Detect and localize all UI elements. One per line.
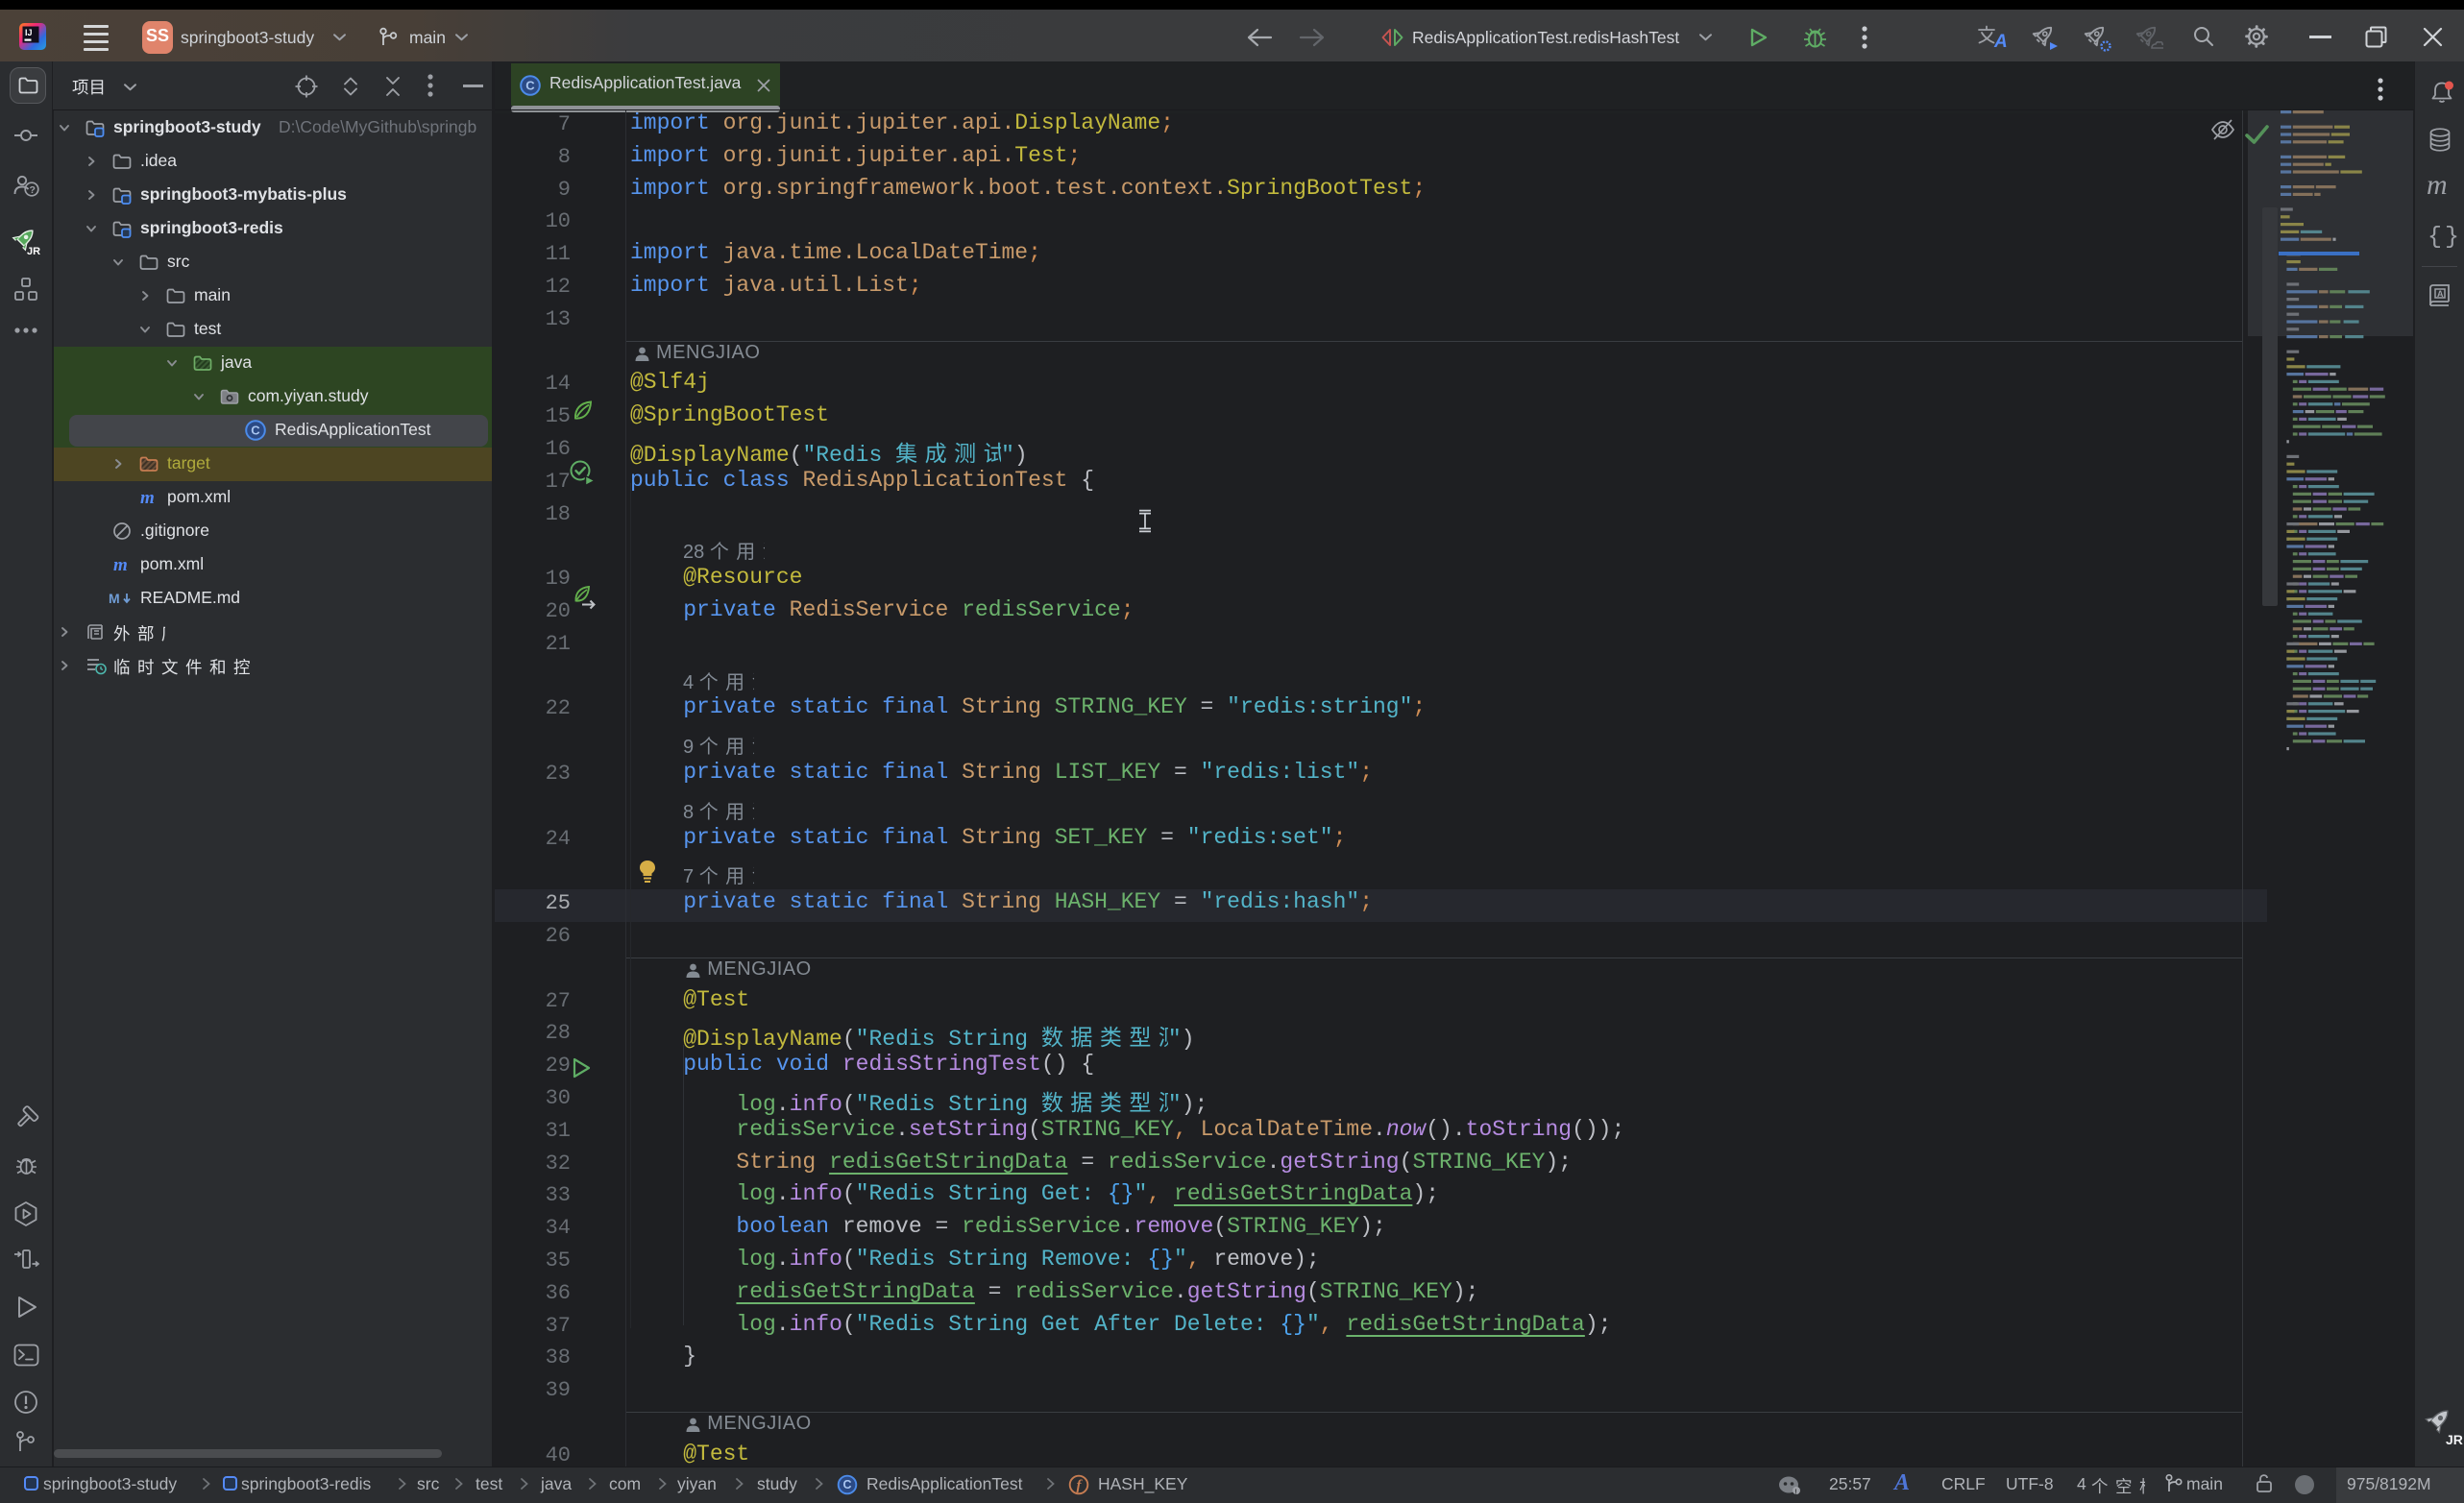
svg-text:JR: JR	[2446, 1432, 2463, 1447]
svg-text:f: f	[1077, 1478, 1084, 1493]
svg-text:!: !	[1794, 1489, 1796, 1495]
svg-text:A: A	[2437, 289, 2444, 299]
svg-text:C: C	[842, 1478, 851, 1491]
